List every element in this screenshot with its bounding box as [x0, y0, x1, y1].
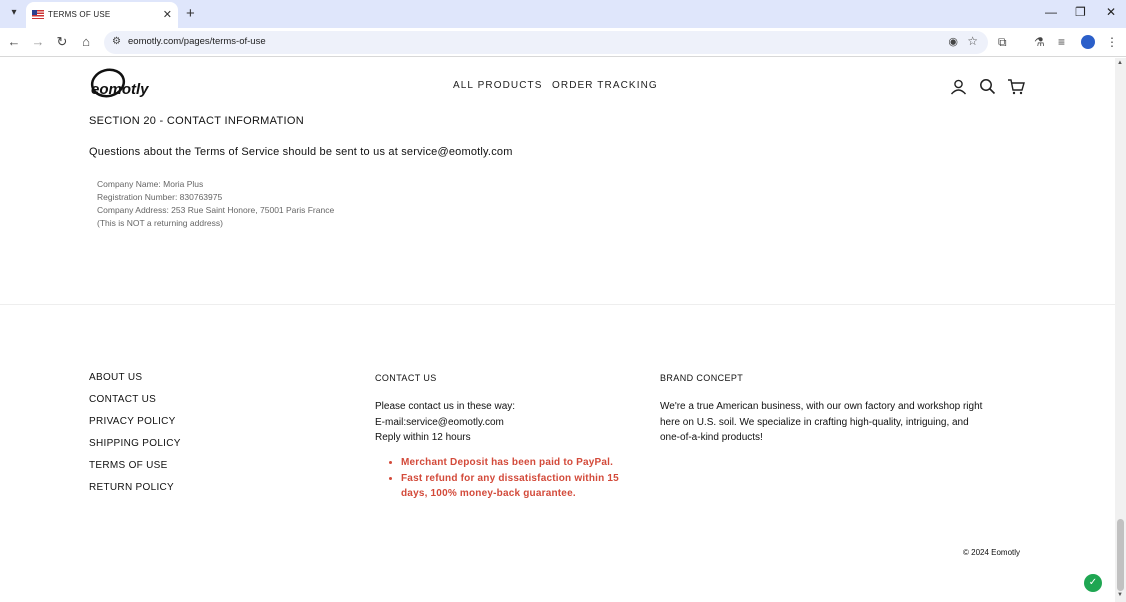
logo-text: eomotly [91, 81, 149, 98]
account-icon[interactable] [950, 78, 967, 99]
scroll-thumb[interactable] [1117, 519, 1124, 591]
section-title: SECTION 20 - CONTACT INFORMATION [89, 115, 304, 127]
profile-avatar[interactable] [1081, 35, 1095, 49]
browser-toolbar: ← → ↻ ⌂ ⚙ eomotly.com/pages/terms-of-use… [0, 28, 1126, 57]
tracking-protection-icon[interactable]: ◉ [948, 35, 958, 48]
browser-tab[interactable]: TERMS OF USE ✕ [26, 2, 178, 28]
promo-list: Merchant Deposit has been paid to PayPal… [389, 455, 619, 502]
back-icon[interactable]: ← [6, 34, 22, 49]
promo-item: Fast refund for any dissatisfaction with… [401, 471, 619, 502]
site-logo[interactable]: eomotly [88, 68, 158, 102]
home-icon[interactable]: ⌂ [78, 34, 94, 49]
footer-link-terms-of-use[interactable]: TERMS OF USE [89, 460, 181, 482]
company-info: Company Name: Moria Plus Registration Nu… [97, 178, 334, 230]
nav-order-tracking[interactable]: ORDER TRACKING [552, 80, 658, 91]
contact-reply-time: Reply within 12 hours [375, 432, 471, 443]
brand-text: We're a true American business, with our… [660, 401, 983, 443]
bookmark-star-icon[interactable]: ☆ [967, 34, 978, 48]
forward-icon[interactable]: → [30, 34, 46, 49]
nav-all-products[interactable]: ALL PRODUCTS [453, 80, 543, 91]
footer-link-return-policy[interactable]: RETURN POLICY [89, 482, 181, 504]
media-icon[interactable]: ≡ [1058, 35, 1065, 49]
tab-close-icon[interactable]: ✕ [163, 8, 172, 21]
footer-link-shipping-policy[interactable]: SHIPPING POLICY [89, 438, 181, 460]
tab-search-icon[interactable]: ▾ [6, 7, 22, 21]
browser-tab-bar: ▾ TERMS OF USE ✕ + — ❐ ✕ [0, 0, 1126, 28]
company-name: Company Name: Moria Plus [97, 179, 204, 189]
cart-icon[interactable] [1007, 78, 1025, 99]
window-close-icon[interactable]: ✕ [1106, 5, 1116, 19]
minimize-icon[interactable]: — [1045, 5, 1057, 19]
brand-heading: BRAND CONCEPT [660, 373, 744, 383]
company-address: Company Address: 253 Rue Saint Honore, 7… [97, 205, 335, 215]
search-icon[interactable] [979, 78, 996, 99]
address-note: (This is NOT a returning address) [97, 218, 223, 228]
questions-text: Questions about the Terms of Service sho… [89, 146, 513, 158]
menu-icon[interactable]: ⋮ [1106, 35, 1118, 49]
footer-link-about-us[interactable]: ABOUT US [89, 372, 181, 394]
contact-email: E-mail:service@eomotly.com [375, 416, 504, 428]
copyright: © 2024 Eomotly [963, 548, 1021, 557]
new-tab-icon[interactable]: + [186, 5, 195, 22]
tab-title: TERMS OF USE [48, 10, 111, 19]
site-info-icon[interactable]: ⚙ [112, 36, 121, 47]
address-bar[interactable]: ⚙ eomotly.com/pages/terms-of-use ◉ ☆ [104, 31, 988, 54]
scroll-up-arrow-icon[interactable]: ▲ [1117, 60, 1123, 66]
contact-line: Please contact us in these way: [375, 401, 516, 412]
footer-link-privacy-policy[interactable]: PRIVACY POLICY [89, 416, 181, 438]
chat-widget-icon[interactable]: ✓ [1084, 574, 1102, 592]
reload-icon[interactable]: ↻ [54, 34, 70, 50]
promo-item: Merchant Deposit has been paid to PayPal… [401, 455, 619, 471]
restore-icon[interactable]: ❐ [1075, 5, 1086, 19]
contact-info: Please contact us in these way: E-mail:s… [375, 399, 515, 446]
extensions-icon[interactable]: ⧉ [998, 35, 1007, 50]
footer-links: ABOUT US CONTACT US PRIVACY POLICY SHIPP… [89, 372, 181, 504]
url-text[interactable]: eomotly.com/pages/terms-of-use [128, 36, 266, 47]
footer-link-contact-us[interactable]: CONTACT US [89, 394, 181, 416]
labs-icon[interactable]: ⚗ [1034, 35, 1045, 49]
scroll-down-arrow-icon[interactable]: ▼ [1117, 592, 1123, 598]
us-flag-favicon-icon [32, 10, 44, 19]
site-header: eomotly ALL PRODUCTS ORDER TRACKING [0, 58, 1115, 115]
contact-heading: CONTACT US [375, 373, 437, 383]
registration-number: Registration Number: 830763975 [97, 192, 223, 202]
footer-divider [0, 304, 1115, 305]
